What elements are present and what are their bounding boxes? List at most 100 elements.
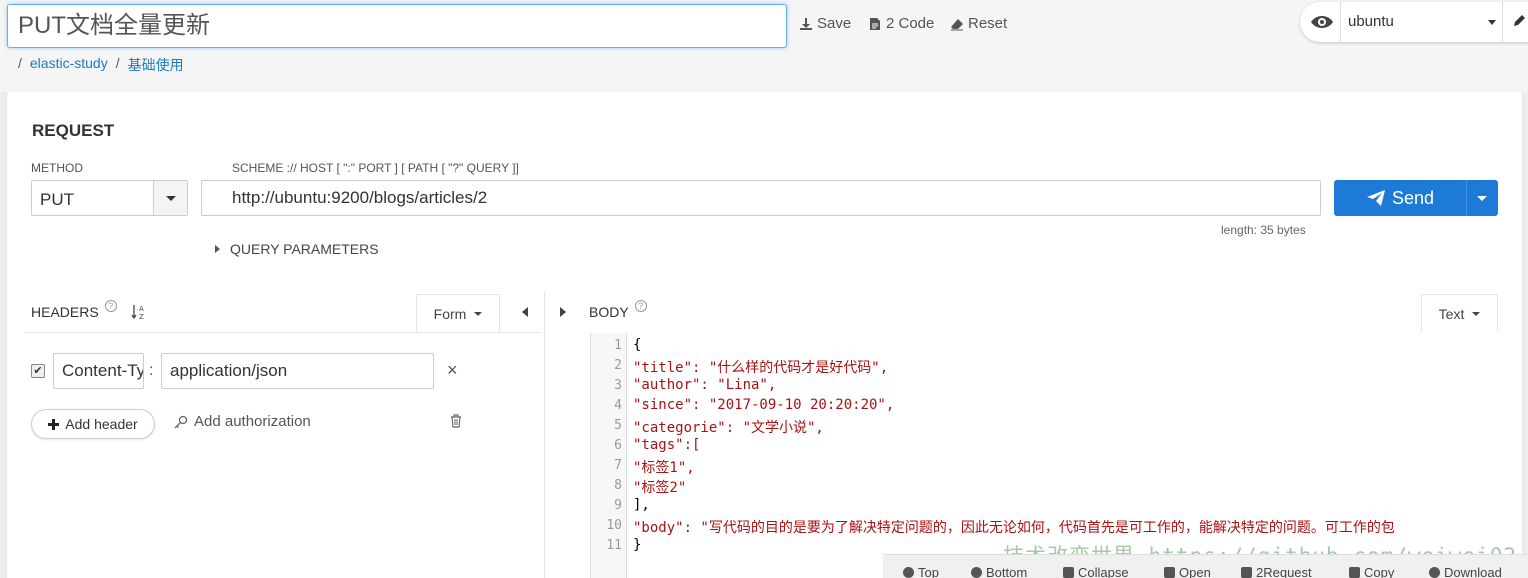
breadcrumb: / elastic-study / 基础使用	[18, 55, 184, 75]
method-label: METHOD	[31, 161, 83, 175]
arrow-up-circle-icon	[903, 567, 914, 578]
header-enabled-checkbox[interactable]: ✔	[31, 364, 45, 378]
header-value-input[interactable]: application/json	[161, 353, 434, 389]
line-number: 2	[614, 358, 622, 373]
line-number: 8	[614, 478, 622, 493]
eye-icon[interactable]	[1310, 12, 1334, 32]
collapse-right-icon[interactable]	[560, 307, 566, 317]
add-header-button[interactable]: Add header	[31, 409, 155, 439]
env-divider	[1340, 2, 1341, 42]
headers-mode-label: Form	[433, 305, 467, 322]
chevron-down-icon	[474, 311, 483, 316]
line-number: 1	[614, 338, 622, 353]
send-button[interactable]: Send	[1334, 180, 1466, 216]
method-dropdown-button[interactable]	[153, 181, 187, 215]
copy-icon	[1349, 567, 1360, 578]
chevron-down-icon	[1477, 196, 1487, 201]
headers-label: HEADERS	[31, 304, 99, 320]
send-options-button[interactable]	[1466, 180, 1498, 216]
line-number: 5	[614, 418, 622, 433]
download-button[interactable]: Download	[1429, 565, 1502, 578]
header-name-input[interactable]: Content-Type	[53, 353, 144, 389]
top-bar: PUT文档全量更新 Save 2 Code Reset ubuntu / ela…	[0, 0, 1528, 92]
trash-icon[interactable]	[450, 414, 462, 428]
send-button-group: Send	[1334, 180, 1498, 216]
collapse-label: Collapse	[1078, 565, 1129, 578]
method-value: PUT	[40, 190, 74, 209]
add-authorization-label: Add authorization	[194, 413, 311, 430]
body-mode-label: Text	[1438, 305, 1465, 322]
code-button[interactable]: 2 Code	[868, 15, 934, 32]
bottom-button[interactable]: Bottom	[971, 565, 1027, 578]
breadcrumb-folder[interactable]: 基础使用	[128, 55, 184, 75]
caret-right-icon	[215, 245, 220, 253]
code-line[interactable]: "since": "2017-09-10 20:20:20",	[633, 397, 894, 413]
line-number-gutter: 1 2 3 4 5 6 7 8 9 10 11	[591, 333, 627, 578]
line-number: 9	[614, 498, 622, 513]
environment-select[interactable]: ubuntu	[1348, 13, 1394, 30]
line-number: 11	[606, 538, 622, 553]
body-mode-dropdown[interactable]: Text	[1421, 294, 1498, 332]
request-title-input[interactable]: PUT文档全量更新	[7, 4, 787, 48]
close-icon[interactable]: ×	[447, 360, 458, 381]
download-icon	[1429, 567, 1440, 578]
eraser-icon	[951, 18, 963, 30]
method-select[interactable]: PUT	[31, 180, 188, 216]
code-line[interactable]: "tags":[	[633, 437, 700, 453]
copy-label: Copy	[1364, 565, 1395, 578]
body-label: BODY	[589, 304, 629, 320]
editor-footer-toolbar: Top Bottom Collapse Open 2Request Copy D…	[883, 554, 1528, 578]
query-parameters-toggle[interactable]: QUERY PARAMETERS	[215, 241, 379, 257]
top-button[interactable]: Top	[903, 565, 939, 578]
plus-icon	[48, 418, 60, 430]
arrow-down-circle-icon	[971, 567, 982, 578]
request-button[interactable]: 2Request	[1241, 565, 1312, 578]
svg-text:A: A	[139, 305, 144, 313]
svg-text:Z: Z	[139, 313, 144, 320]
header-colon: :	[149, 362, 154, 379]
code-line[interactable]: "标签1",	[633, 457, 695, 477]
download-label: Download	[1444, 565, 1502, 578]
collapse-left-icon[interactable]	[522, 307, 528, 317]
top-label: Top	[918, 565, 939, 578]
headers-heading: HEADERS ? AZ	[31, 300, 147, 320]
body-heading: BODY ?	[589, 300, 647, 320]
add-header-label: Add header	[65, 416, 138, 432]
code-line[interactable]: "categorie": "文学小说",	[633, 417, 824, 437]
code-line[interactable]: "author": "Lina",	[633, 377, 776, 393]
help-icon[interactable]: ?	[104, 300, 117, 312]
breadcrumb-sep: /	[115, 55, 120, 71]
url-format-label: SCHEME :// HOST [ ":" PORT ] [ PATH [ "?…	[232, 161, 519, 175]
help-icon[interactable]: ?	[634, 300, 647, 312]
code-line[interactable]: "title": "什么样的代码才是好代码",	[633, 357, 888, 377]
breadcrumb-sep: /	[18, 55, 22, 71]
collapse-button[interactable]: Collapse	[1063, 565, 1129, 578]
line-number: 6	[614, 438, 622, 453]
headers-mode-dropdown[interactable]: Form	[416, 294, 500, 332]
file-icon	[1241, 567, 1252, 578]
reset-label: Reset	[968, 15, 1008, 32]
chevron-down-icon[interactable]	[1488, 20, 1496, 25]
open-label: Open	[1179, 565, 1211, 578]
line-number: 3	[614, 378, 622, 393]
code-line[interactable]: ],	[633, 497, 650, 513]
copy-button[interactable]: Copy	[1349, 565, 1394, 578]
pencil-icon[interactable]	[1512, 14, 1526, 28]
sort-alpha-icon[interactable]: AZ	[131, 304, 147, 320]
environment-selector: ubuntu	[1300, 2, 1528, 42]
add-authorization-button[interactable]: Add authorization	[174, 413, 311, 430]
key-icon	[174, 415, 188, 428]
code-line[interactable]: "标签2"	[633, 477, 686, 497]
length-info: length: 35 bytes	[1221, 223, 1306, 237]
chevron-down-icon	[166, 196, 176, 201]
request-card: REQUEST METHOD SCHEME :// HOST [ ":" POR…	[7, 92, 1522, 578]
url-input[interactable]: http://ubuntu:9200/blogs/articles/2	[201, 180, 1321, 216]
code-line[interactable]: "body": "写代码的目的是要为了解决特定问题的，因此无论如何，代码首先是可…	[633, 517, 1395, 537]
line-number: 10	[606, 518, 622, 533]
code-line[interactable]: {	[633, 337, 641, 353]
save-button[interactable]: Save	[799, 15, 851, 32]
breadcrumb-project[interactable]: elastic-study	[30, 55, 108, 75]
reset-button[interactable]: Reset	[950, 15, 1007, 32]
open-button[interactable]: Open	[1164, 565, 1211, 578]
code-line[interactable]: }	[633, 537, 641, 553]
